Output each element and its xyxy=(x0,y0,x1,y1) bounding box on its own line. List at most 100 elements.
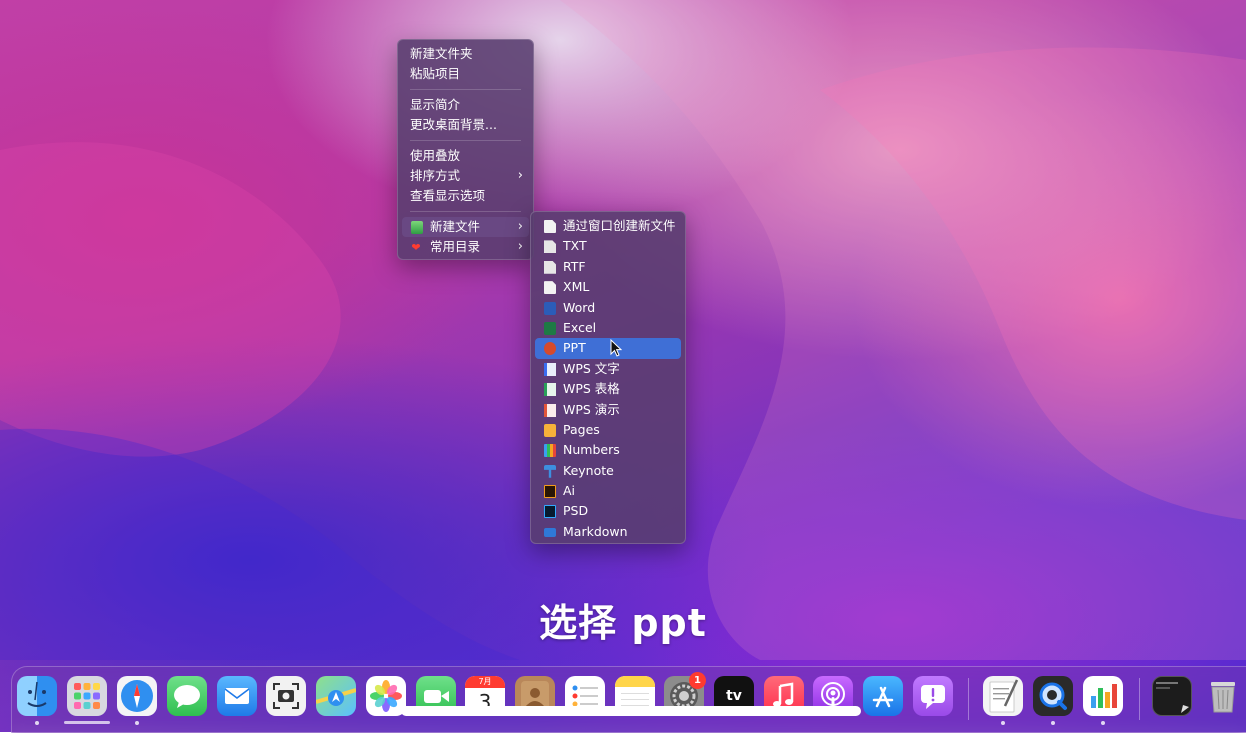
wps-writer-icon xyxy=(544,362,556,376)
markdown-icon xyxy=(544,527,556,537)
screenshot-icon[interactable] xyxy=(266,676,306,716)
submenu-item-wps-presentation[interactable]: WPS 演示 xyxy=(531,400,685,420)
submenu-item-numbers[interactable]: Numbers xyxy=(531,440,685,460)
photos-icon[interactable] xyxy=(366,676,406,716)
submenu-item-label: WPS 演示 xyxy=(563,401,620,417)
submenu-item-excel[interactable]: Excel xyxy=(531,318,685,338)
running-indicator xyxy=(1001,721,1005,725)
submenu-item-label: Keynote xyxy=(563,462,614,478)
launchpad-icon[interactable] xyxy=(67,676,107,716)
menu-item-use-stacks[interactable]: 使用叠放 xyxy=(398,146,533,166)
submenu-item-label: PSD xyxy=(563,503,589,519)
notification-badge: 1 xyxy=(689,672,706,689)
submenu-item-label: RTF xyxy=(563,258,586,274)
rtf-file-icon xyxy=(544,260,556,274)
feedback-assistant-icon[interactable] xyxy=(913,676,953,716)
dock-divider xyxy=(1139,678,1140,720)
mail-icon[interactable] xyxy=(217,676,257,716)
submenu-item-txt[interactable]: TXT xyxy=(531,236,685,256)
menu-item-favorites[interactable]: ❤ 常用目录 › xyxy=(398,237,533,257)
blank-document-icon xyxy=(544,220,556,233)
photoshop-icon xyxy=(544,505,556,519)
horizontal-scrollbar[interactable] xyxy=(401,706,861,716)
submenu-item-label: XML xyxy=(563,279,590,295)
txt-file-icon xyxy=(544,240,556,254)
submenu-item-wps-spreadsheet[interactable]: WPS 表格 xyxy=(531,379,685,399)
menu-item-label: 显示简介 xyxy=(410,96,461,112)
numbers-icon xyxy=(544,444,556,458)
app-store-icon[interactable] xyxy=(863,676,903,716)
quicktime-icon[interactable] xyxy=(1033,676,1073,716)
submenu-item-label: Excel xyxy=(563,319,597,335)
excel-icon xyxy=(544,321,556,335)
messages-icon[interactable] xyxy=(167,676,207,716)
chevron-right-icon: › xyxy=(517,239,523,255)
menu-separator xyxy=(410,211,521,213)
keynote-icon xyxy=(544,464,556,478)
submenu-item-word[interactable]: Word xyxy=(531,298,685,318)
powerpoint-icon xyxy=(544,342,556,356)
menu-item-label: 新建文件夹 xyxy=(410,46,473,61)
running-indicator xyxy=(1101,721,1105,725)
submenu-item-xml[interactable]: XML xyxy=(531,277,685,297)
submenu-item-label: WPS 文字 xyxy=(563,360,620,376)
xml-file-icon xyxy=(544,281,556,295)
submenu-item-wps-writer[interactable]: WPS 文字 xyxy=(531,359,685,379)
chevron-right-icon: › xyxy=(517,218,523,234)
menu-item-label: 常用目录 xyxy=(430,239,481,255)
menu-item-change-wallpaper[interactable]: 更改桌面背景... xyxy=(398,115,533,135)
submenu-item-label: Markdown xyxy=(563,523,628,539)
video-caption: 选择 ppt xyxy=(539,601,707,645)
word-icon xyxy=(544,301,556,315)
wps-presentation-icon xyxy=(544,403,556,417)
menu-item-new-file[interactable]: 新建文件 › xyxy=(402,216,529,238)
illustrator-icon xyxy=(544,485,556,499)
maps-icon[interactable] xyxy=(316,676,356,716)
mouse-pointer-icon xyxy=(610,339,622,357)
submenu-item-label: WPS 表格 xyxy=(563,381,620,397)
menu-item-new-folder[interactable]: 新建文件夹 xyxy=(398,44,533,64)
submenu-item-markdown[interactable]: Markdown xyxy=(531,522,685,542)
menu-item-label: 粘贴项目 xyxy=(410,66,461,82)
chevron-right-icon: › xyxy=(517,167,523,183)
submenu-item-psd[interactable]: PSD xyxy=(531,501,685,521)
submenu-item-label: 通过窗口创建新文件 xyxy=(563,218,676,233)
submenu-item-ppt[interactable]: PPT xyxy=(535,338,681,359)
running-indicator xyxy=(1051,721,1055,725)
menu-item-get-info[interactable]: 显示简介 xyxy=(398,95,533,115)
menu-item-label: 新建文件 xyxy=(430,218,481,234)
menu-item-view-options[interactable]: 查看显示选项 xyxy=(398,186,533,206)
submenu-item-label: Ai xyxy=(563,483,576,499)
submenu-item-label: PPT xyxy=(563,340,586,356)
menu-item-sort-by[interactable]: 排序方式 › xyxy=(398,166,533,186)
safari-icon[interactable] xyxy=(117,676,157,716)
finder-icon[interactable] xyxy=(17,676,57,716)
submenu-item-keynote[interactable]: Keynote xyxy=(531,461,685,481)
menu-item-paste[interactable]: 粘贴项目 xyxy=(398,64,533,84)
trash-icon[interactable] xyxy=(1203,676,1243,716)
menu-item-label: 使用叠放 xyxy=(410,147,461,163)
menu-item-label: 查看显示选项 xyxy=(410,188,486,204)
new-file-icon xyxy=(411,220,423,234)
menu-item-label: 排序方式 xyxy=(410,167,461,183)
running-indicator xyxy=(135,721,139,725)
submenu-item-label: Word xyxy=(563,299,596,315)
new-file-submenu: 通过窗口创建新文件 TXT RTF XML Word Excel PPT WPS… xyxy=(530,211,686,544)
submenu-item-label: Pages xyxy=(563,421,600,437)
heart-icon: ❤ xyxy=(411,241,421,255)
submenu-item-pages[interactable]: Pages xyxy=(531,420,685,440)
submenu-item-rtf[interactable]: RTF xyxy=(531,257,685,277)
running-indicator xyxy=(35,721,39,725)
menu-separator xyxy=(410,140,521,142)
menu-separator xyxy=(410,89,521,91)
textedit-icon[interactable] xyxy=(983,676,1023,716)
submenu-item-ai[interactable]: Ai xyxy=(531,481,685,501)
submenu-item-label: TXT xyxy=(563,238,587,254)
recent-window-thumbnail[interactable] xyxy=(1152,676,1192,716)
pages-icon xyxy=(544,423,556,437)
numbers-app-icon[interactable] xyxy=(1083,676,1123,716)
calendar-month: 7月 xyxy=(465,676,505,688)
desktop-context-menu: 新建文件夹 粘贴项目 显示简介 更改桌面背景... 使用叠放 排序方式 › 查看显… xyxy=(397,39,534,260)
submenu-item-create-via-window[interactable]: 通过窗口创建新文件 xyxy=(531,216,685,236)
dock-divider xyxy=(968,678,969,720)
